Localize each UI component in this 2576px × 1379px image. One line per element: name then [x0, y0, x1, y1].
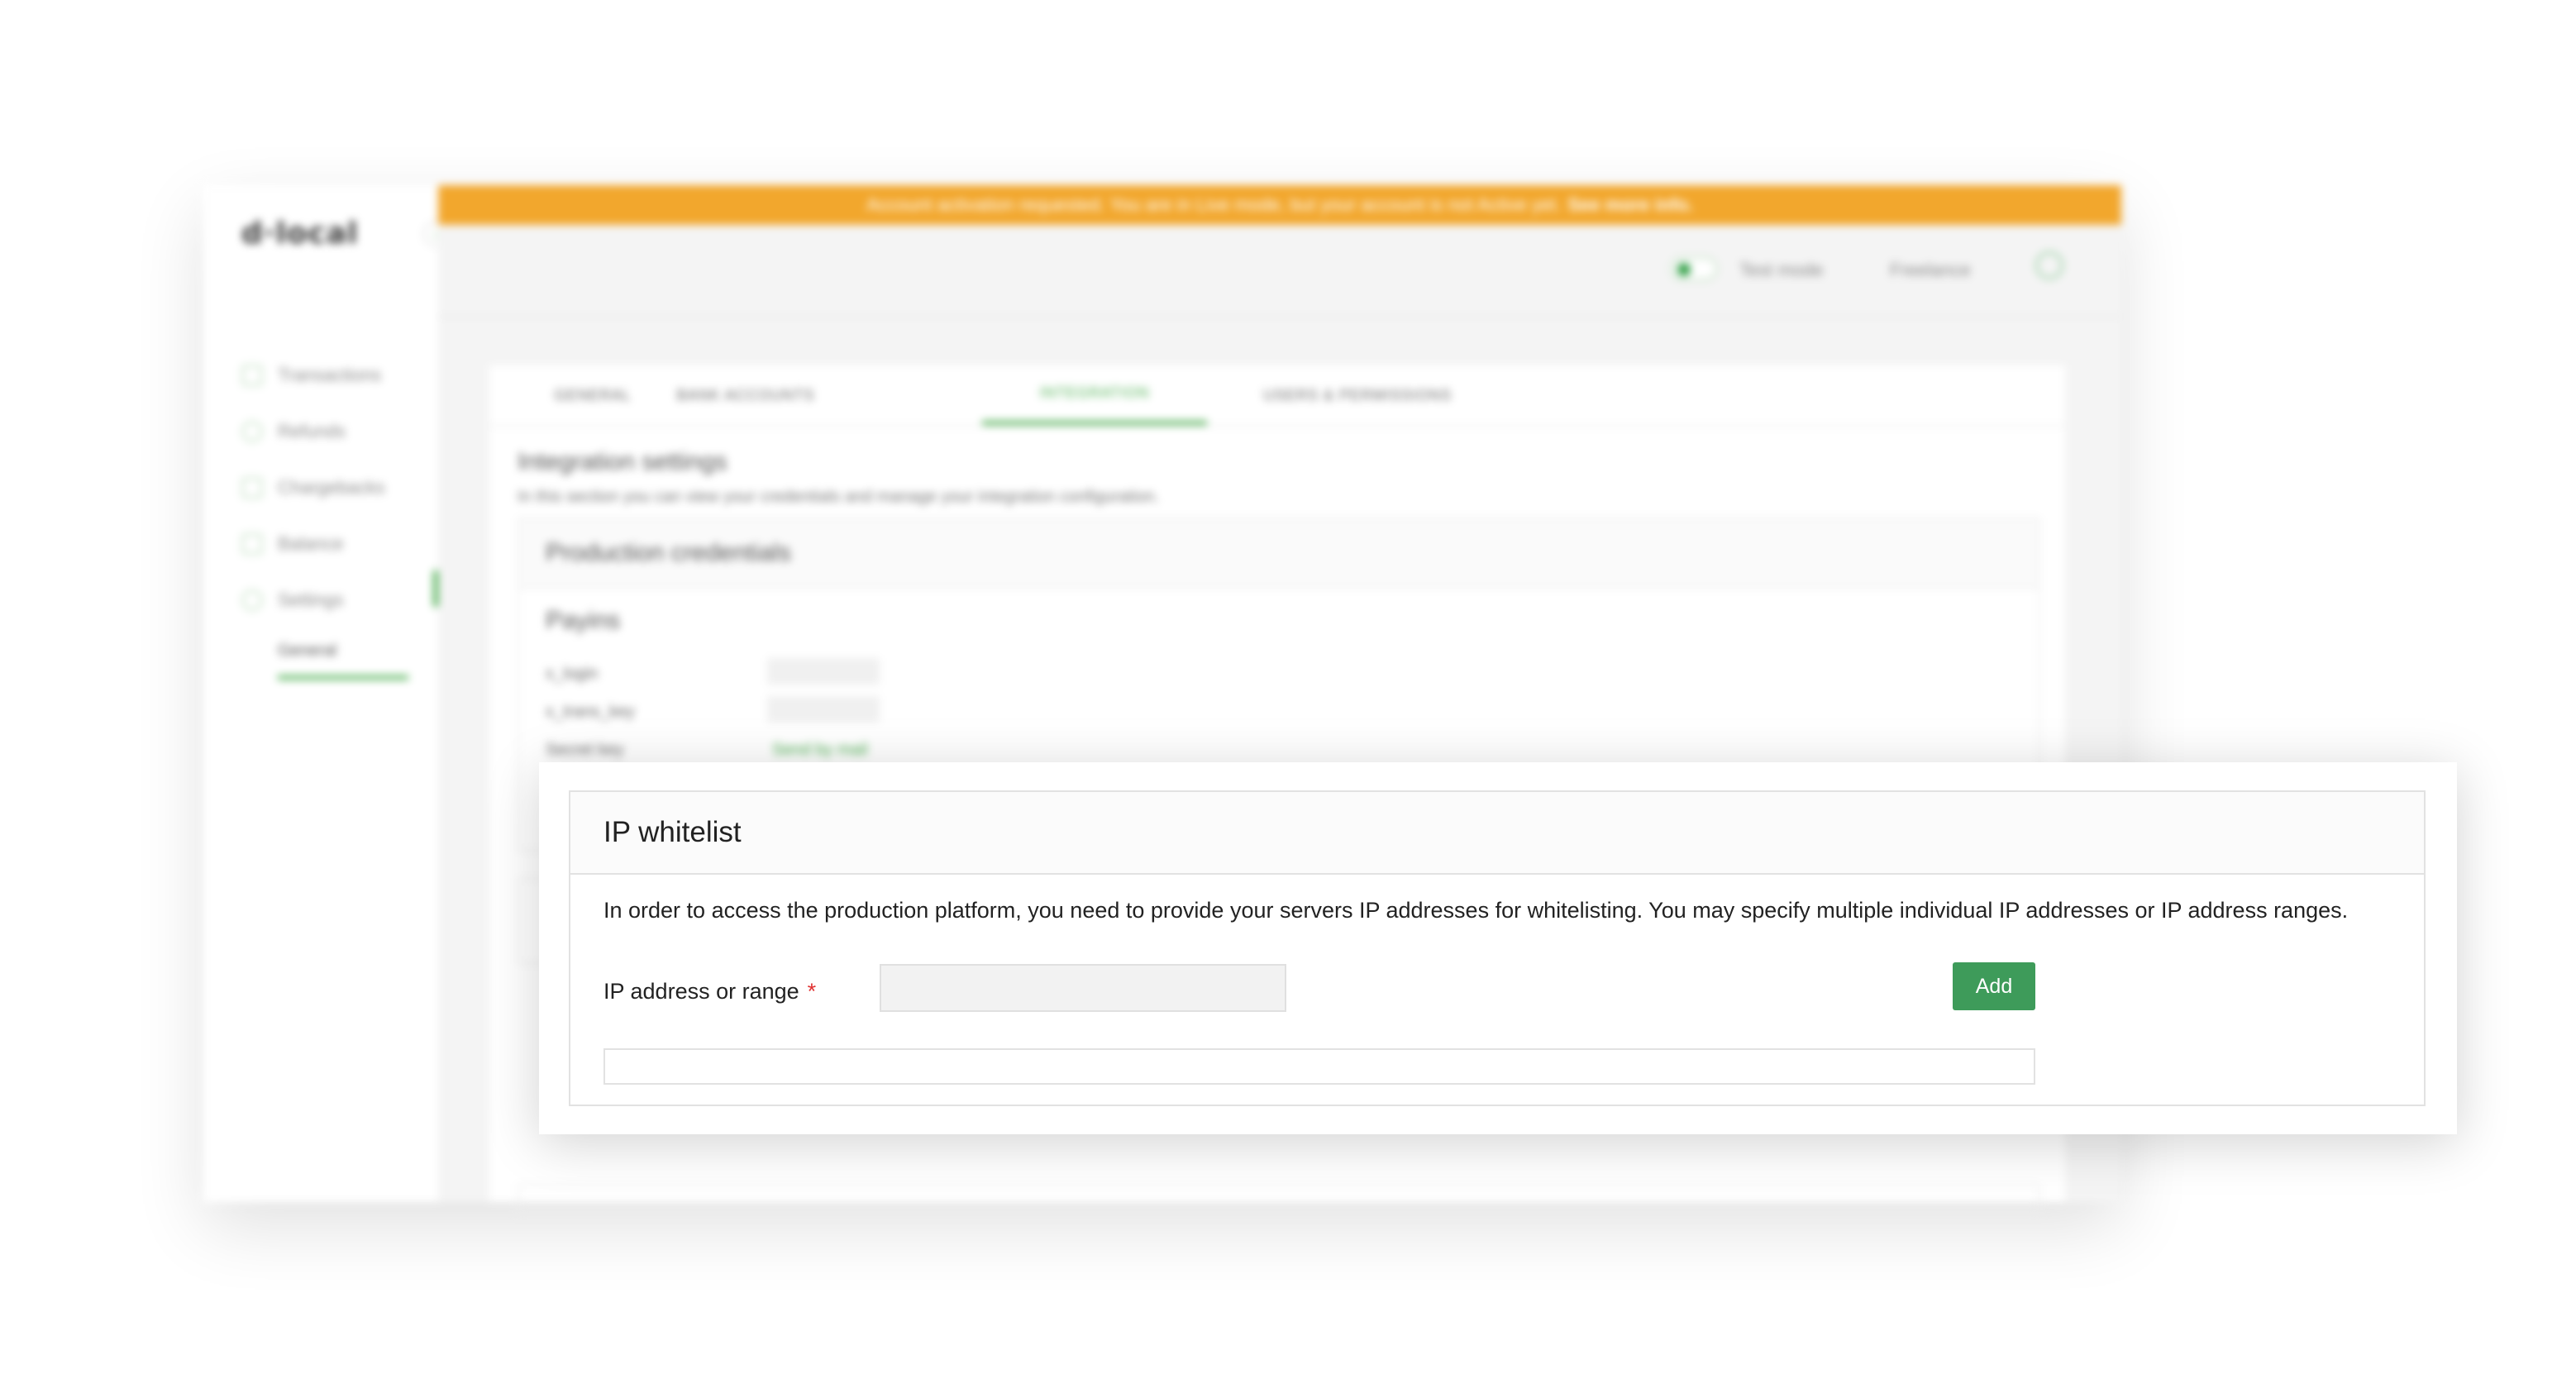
banner-text: Account activation requested. You are in…: [866, 194, 1562, 215]
field-value: [767, 696, 880, 723]
tab-users-permissions[interactable]: USERS & PERMISSIONS: [1217, 365, 1498, 425]
section-description: In this section you can view your creden…: [518, 488, 1160, 506]
ip-field-label-text: IP address or range: [603, 979, 799, 1004]
top-bar: Test mode Freelance: [438, 225, 2121, 317]
sidebar-item-label: Balance: [278, 533, 344, 554]
ip-field-label: IP address or range *: [603, 979, 816, 1004]
sidebar-item-refunds[interactable]: Refunds: [241, 403, 385, 460]
tab-integration[interactable]: INTEGRATION: [982, 365, 1207, 425]
tab-bank-accounts[interactable]: BANK ACCOUNTS: [622, 365, 870, 425]
required-marker: *: [807, 979, 817, 1004]
sidebar-item-transactions[interactable]: Transactions: [241, 347, 385, 403]
sidebar-item-label: Settings: [278, 589, 344, 610]
active-indicator: [433, 570, 438, 607]
credentials-title: Production credentials: [519, 519, 2039, 589]
field-value: [767, 658, 880, 685]
bottom-panel: [518, 1184, 2040, 1212]
add-ip-button[interactable]: Add: [1953, 962, 2035, 1010]
sidebar-nav: Transactions Refunds Chargebacks Balance…: [241, 347, 385, 628]
ip-list-box: [603, 1048, 2035, 1085]
sidebar-item-label: Refunds: [278, 421, 346, 441]
sidebar-item-balance[interactable]: Balance: [241, 516, 385, 572]
sidebar-item-chargebacks[interactable]: Chargebacks: [241, 460, 385, 516]
sidebar-item-label: Transactions: [278, 365, 382, 385]
sidebar-subitem-general[interactable]: General: [278, 642, 408, 680]
ip-whitelist-panel: IP whitelist In order to access the prod…: [569, 790, 2426, 1106]
balance-icon: [241, 533, 263, 555]
transactions-icon: [241, 365, 263, 386]
ip-whitelist-description: In order to access the production platfo…: [603, 898, 2349, 923]
test-mode-label: Test mode: [1739, 260, 1824, 280]
test-mode-toggle[interactable]: [1670, 256, 1718, 281]
account-name[interactable]: Freelance: [1890, 260, 1971, 281]
sidebar-item-label: Chargebacks: [278, 477, 385, 498]
section-title: Integration settings: [518, 448, 727, 475]
dlocal-logo: d·local: [241, 217, 359, 251]
user-avatar-icon[interactable]: [2035, 251, 2063, 279]
chargebacks-icon: [241, 477, 263, 499]
ip-whitelist-title: IP whitelist: [570, 792, 2424, 875]
activation-banner: Account activation requested. You are in…: [438, 185, 2121, 225]
settings-icon: [241, 589, 263, 611]
ip-whitelist-popup: IP whitelist In order to access the prod…: [539, 762, 2457, 1134]
ip-address-input[interactable]: [880, 964, 1286, 1012]
payins-title: Payins: [546, 607, 621, 634]
banner-link[interactable]: See more info.: [1567, 194, 1693, 216]
sidebar: d·local ‹ Transactions Refunds Chargebac…: [203, 185, 448, 1202]
settings-tabs: GENERAL BANK ACCOUNTS INTEGRATION USERS …: [489, 365, 2065, 427]
sidebar-item-settings[interactable]: Settings: [241, 572, 385, 628]
refunds-icon: [241, 421, 263, 442]
field-label: x_trans_key: [546, 703, 635, 721]
field-label: Secret key: [546, 741, 624, 759]
send-by-mail-link[interactable]: Send by mail: [772, 741, 868, 760]
field-label: x_login: [546, 665, 599, 683]
